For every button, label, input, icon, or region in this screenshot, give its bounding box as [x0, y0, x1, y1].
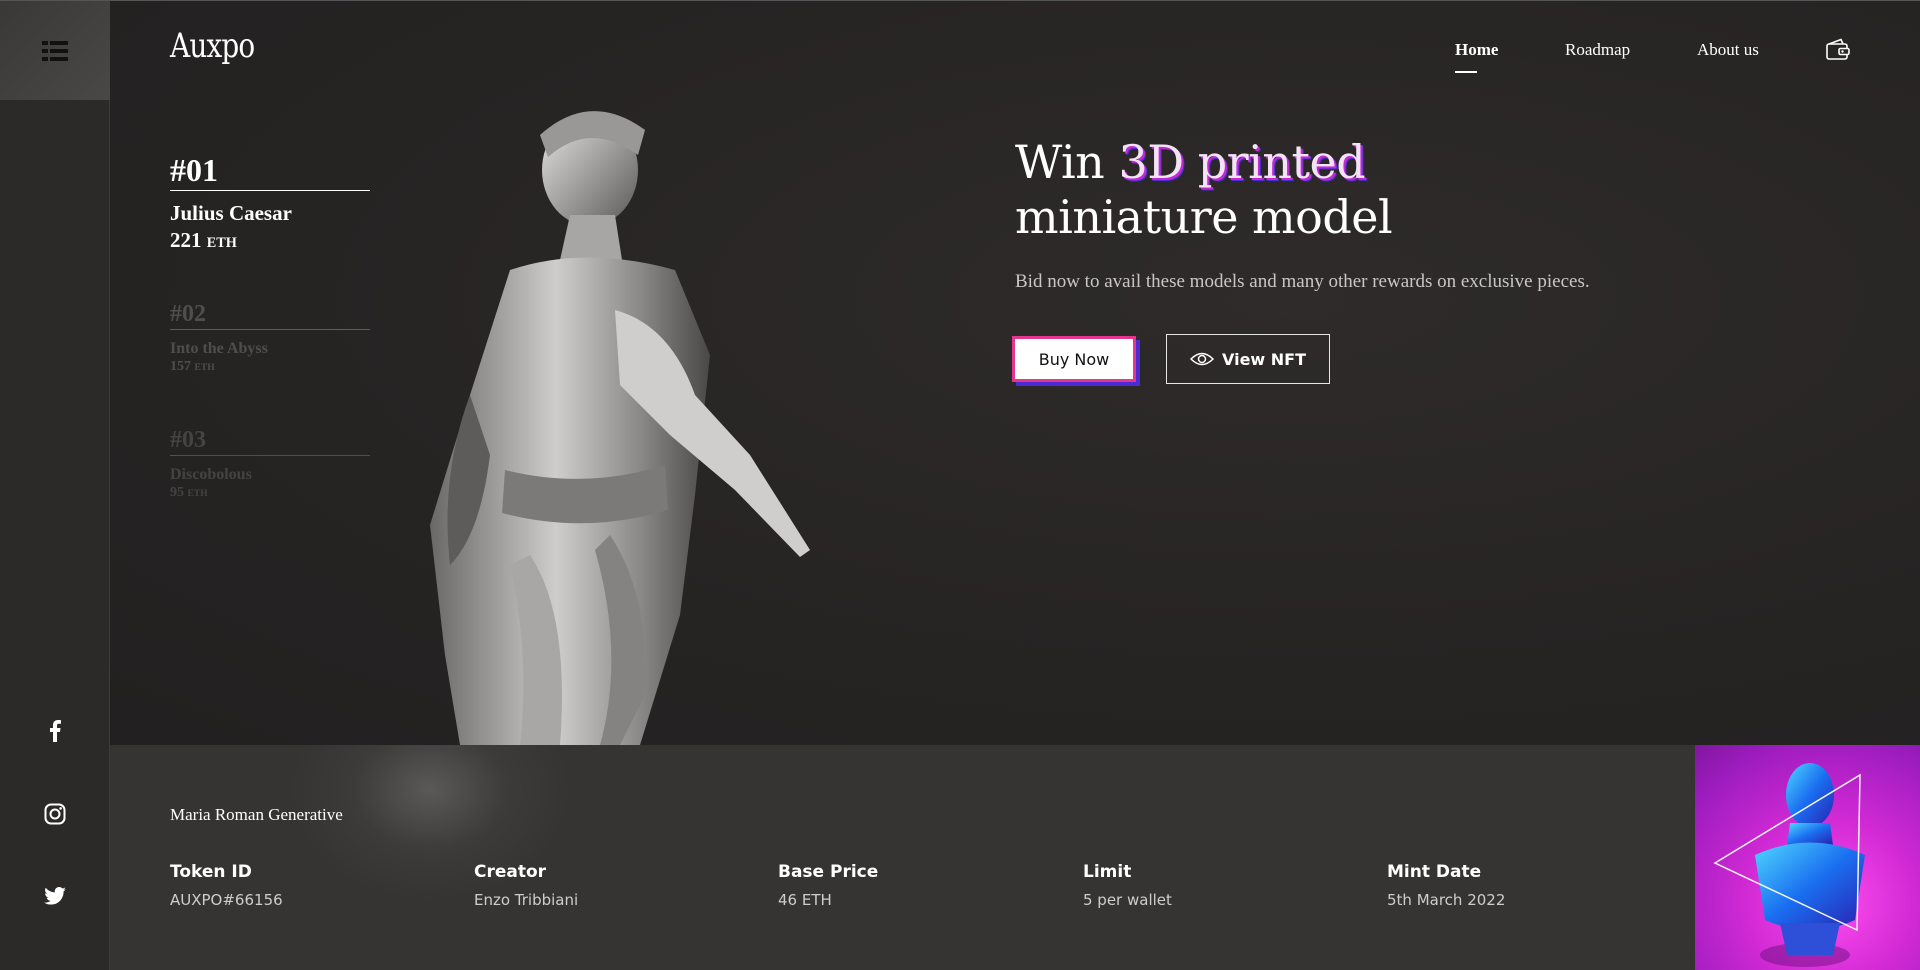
twitter-icon [44, 887, 66, 905]
item-number: #01 [170, 152, 218, 188]
stat-value: 46 ETH [778, 891, 832, 909]
list-menu-icon [42, 40, 68, 61]
list-item-3[interactable]: #03 Discobolous 95 ETH [170, 426, 370, 501]
nav-active-indicator [1455, 71, 1477, 73]
list-item-1[interactable]: #01 Julius Caesar 221 ETH [170, 152, 370, 253]
list-item-2[interactable]: #02 Into the Abyss 157 ETH [170, 300, 370, 375]
nav-home[interactable]: Home [1455, 40, 1498, 60]
facebook-link[interactable] [0, 720, 110, 742]
eye-icon [1189, 352, 1214, 366]
divider [170, 190, 370, 191]
instagram-link[interactable] [0, 803, 110, 825]
stat-label: Mint Date [1387, 862, 1482, 882]
item-price-value: 157 [170, 359, 191, 374]
stat-base-price: Base Price 46 ETH [778, 862, 878, 909]
stat-value: 5th March 2022 [1387, 891, 1506, 909]
wallet-button[interactable] [1826, 38, 1850, 65]
hero-subtitle: Bid now to avail these models and many o… [1015, 271, 1590, 292]
bust-image [1713, 763, 1865, 967]
item-name: Into the Abyss [170, 340, 268, 357]
details-panel: Maria Roman Generative Token ID AUXPO#66… [110, 745, 1695, 970]
divider [170, 455, 370, 456]
headline-accent: 3D printed [1118, 135, 1366, 189]
item-name: Discobolous [170, 466, 252, 483]
wallet-icon [1826, 38, 1850, 60]
stat-label: Limit [1083, 862, 1132, 882]
stat-value: AUXPO#66156 [170, 891, 283, 909]
stat-creator: Creator Enzo Tribbiani [474, 862, 578, 909]
instagram-icon [44, 803, 66, 825]
stat-label: Base Price [778, 862, 879, 882]
item-number: #02 [170, 301, 206, 327]
nav-about[interactable]: About us [1697, 40, 1759, 60]
nav-roadmap[interactable]: Roadmap [1565, 40, 1630, 60]
sidebar [0, 0, 110, 970]
view-nft-label: View NFT [1221, 349, 1307, 369]
twitter-link[interactable] [0, 887, 110, 905]
stat-value: 5 per wallet [1083, 891, 1172, 909]
item-price: 221 ETH [170, 228, 370, 253]
logo[interactable]: Auxpo [170, 26, 255, 66]
hero-headline: Win 3D printed miniature model [1015, 135, 1393, 245]
stat-value: Enzo Tribbiani [474, 891, 579, 909]
headline-prefix: Win [1015, 135, 1119, 189]
item-price: 157 ETH [170, 359, 370, 375]
item-price-value: 221 [170, 228, 202, 252]
view-nft-button[interactable]: View NFT [1166, 334, 1330, 384]
stat-token-id: Token ID AUXPO#66156 [170, 862, 283, 909]
item-name: Julius Caesar [170, 201, 292, 225]
divider [170, 329, 370, 330]
menu-button[interactable] [0, 1, 110, 100]
item-price-unit: ETH [206, 235, 237, 251]
facebook-icon [50, 720, 61, 742]
buy-now-button[interactable]: Buy Now [1012, 336, 1136, 382]
stat-label: Token ID [170, 862, 252, 882]
item-price-unit: ETH [194, 363, 215, 373]
collection-name: Maria Roman Generative [170, 805, 343, 824]
stat-mint-date: Mint Date 5th March 2022 [1387, 862, 1505, 909]
nft-thumbnail[interactable] [1695, 745, 1920, 970]
statue-image [430, 111, 810, 745]
stat-limit: Limit 5 per wallet [1083, 862, 1172, 909]
headline-line2: miniature model [1015, 190, 1393, 244]
stat-label: Creator [474, 862, 547, 882]
item-price-unit: ETH [187, 489, 208, 499]
item-price-value: 95 [170, 485, 184, 500]
item-price: 95 ETH [170, 485, 370, 501]
item-number: #03 [170, 427, 206, 453]
